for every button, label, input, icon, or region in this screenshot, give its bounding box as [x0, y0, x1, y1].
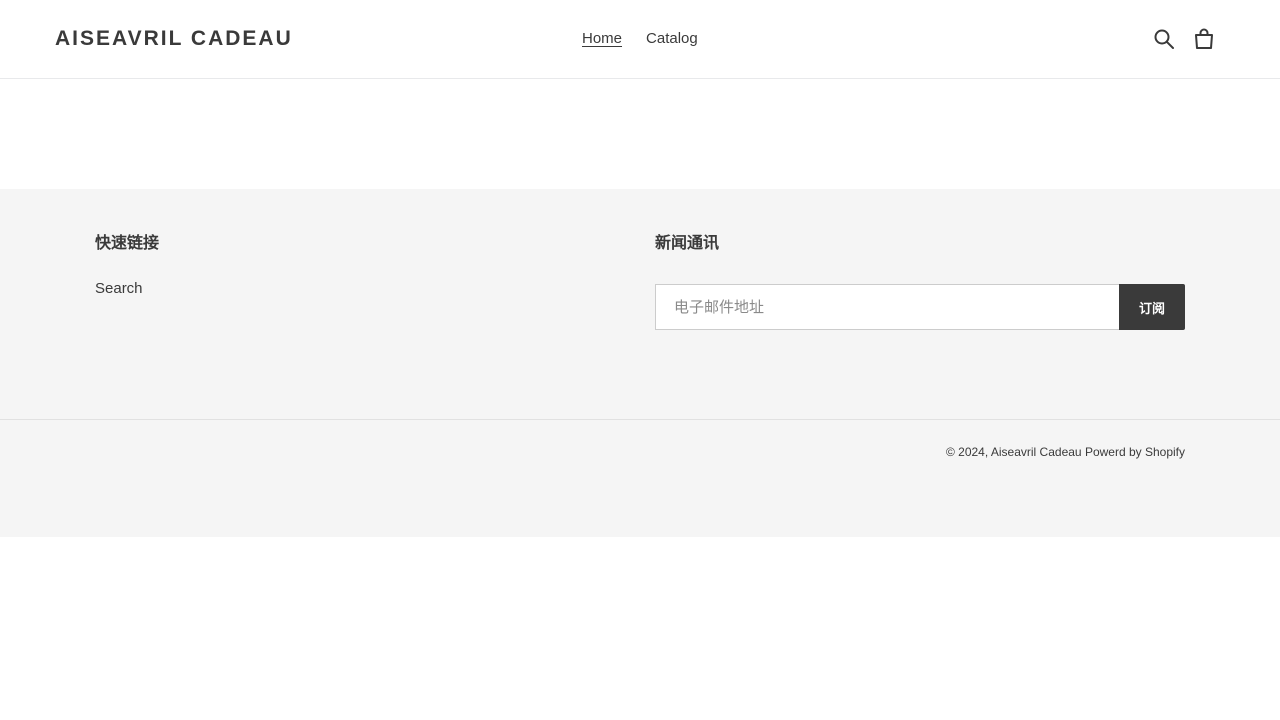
main-nav: Home Catalog: [582, 30, 698, 48]
newsletter-section: 新闻通讯 订阅: [655, 234, 1185, 330]
site-header: AISEAVRIL CADEAU Home Catalog: [0, 0, 1280, 79]
search-icon[interactable]: [1152, 26, 1176, 52]
newsletter-form: 订阅: [655, 284, 1185, 330]
site-footer: 快速链接 Search 新闻通讯 订阅 © 2024, Aiseavril Ca…: [0, 189, 1280, 537]
store-logo-link[interactable]: AISEAVRIL CADEAU: [55, 27, 293, 51]
store-name-link[interactable]: Aiseavril Cadeau: [991, 445, 1082, 459]
quick-links-heading: 快速链接: [95, 235, 160, 252]
cart-icon[interactable]: [1192, 26, 1216, 52]
footer-top: 快速链接 Search 新闻通讯 订阅: [0, 189, 1280, 420]
copyright-text: © 2024,: [945, 445, 989, 459]
email-field[interactable]: [655, 284, 1119, 330]
header-icons: [1152, 26, 1216, 52]
main-content: [0, 79, 1280, 189]
newsletter-heading: 新闻通讯: [655, 235, 720, 252]
footer-link-search[interactable]: Search: [95, 280, 159, 298]
nav-link-catalog[interactable]: Catalog: [646, 30, 698, 48]
quick-links-section: 快速链接 Search: [95, 234, 159, 298]
footer-copyright: © 2024, Aiseavril Cadeau Powerd by Shopi…: [946, 445, 1185, 459]
nav-link-home[interactable]: Home: [582, 30, 622, 48]
powered-by-link[interactable]: Powerd by Shopify: [1085, 445, 1185, 459]
subscribe-button[interactable]: 订阅: [1119, 284, 1185, 330]
